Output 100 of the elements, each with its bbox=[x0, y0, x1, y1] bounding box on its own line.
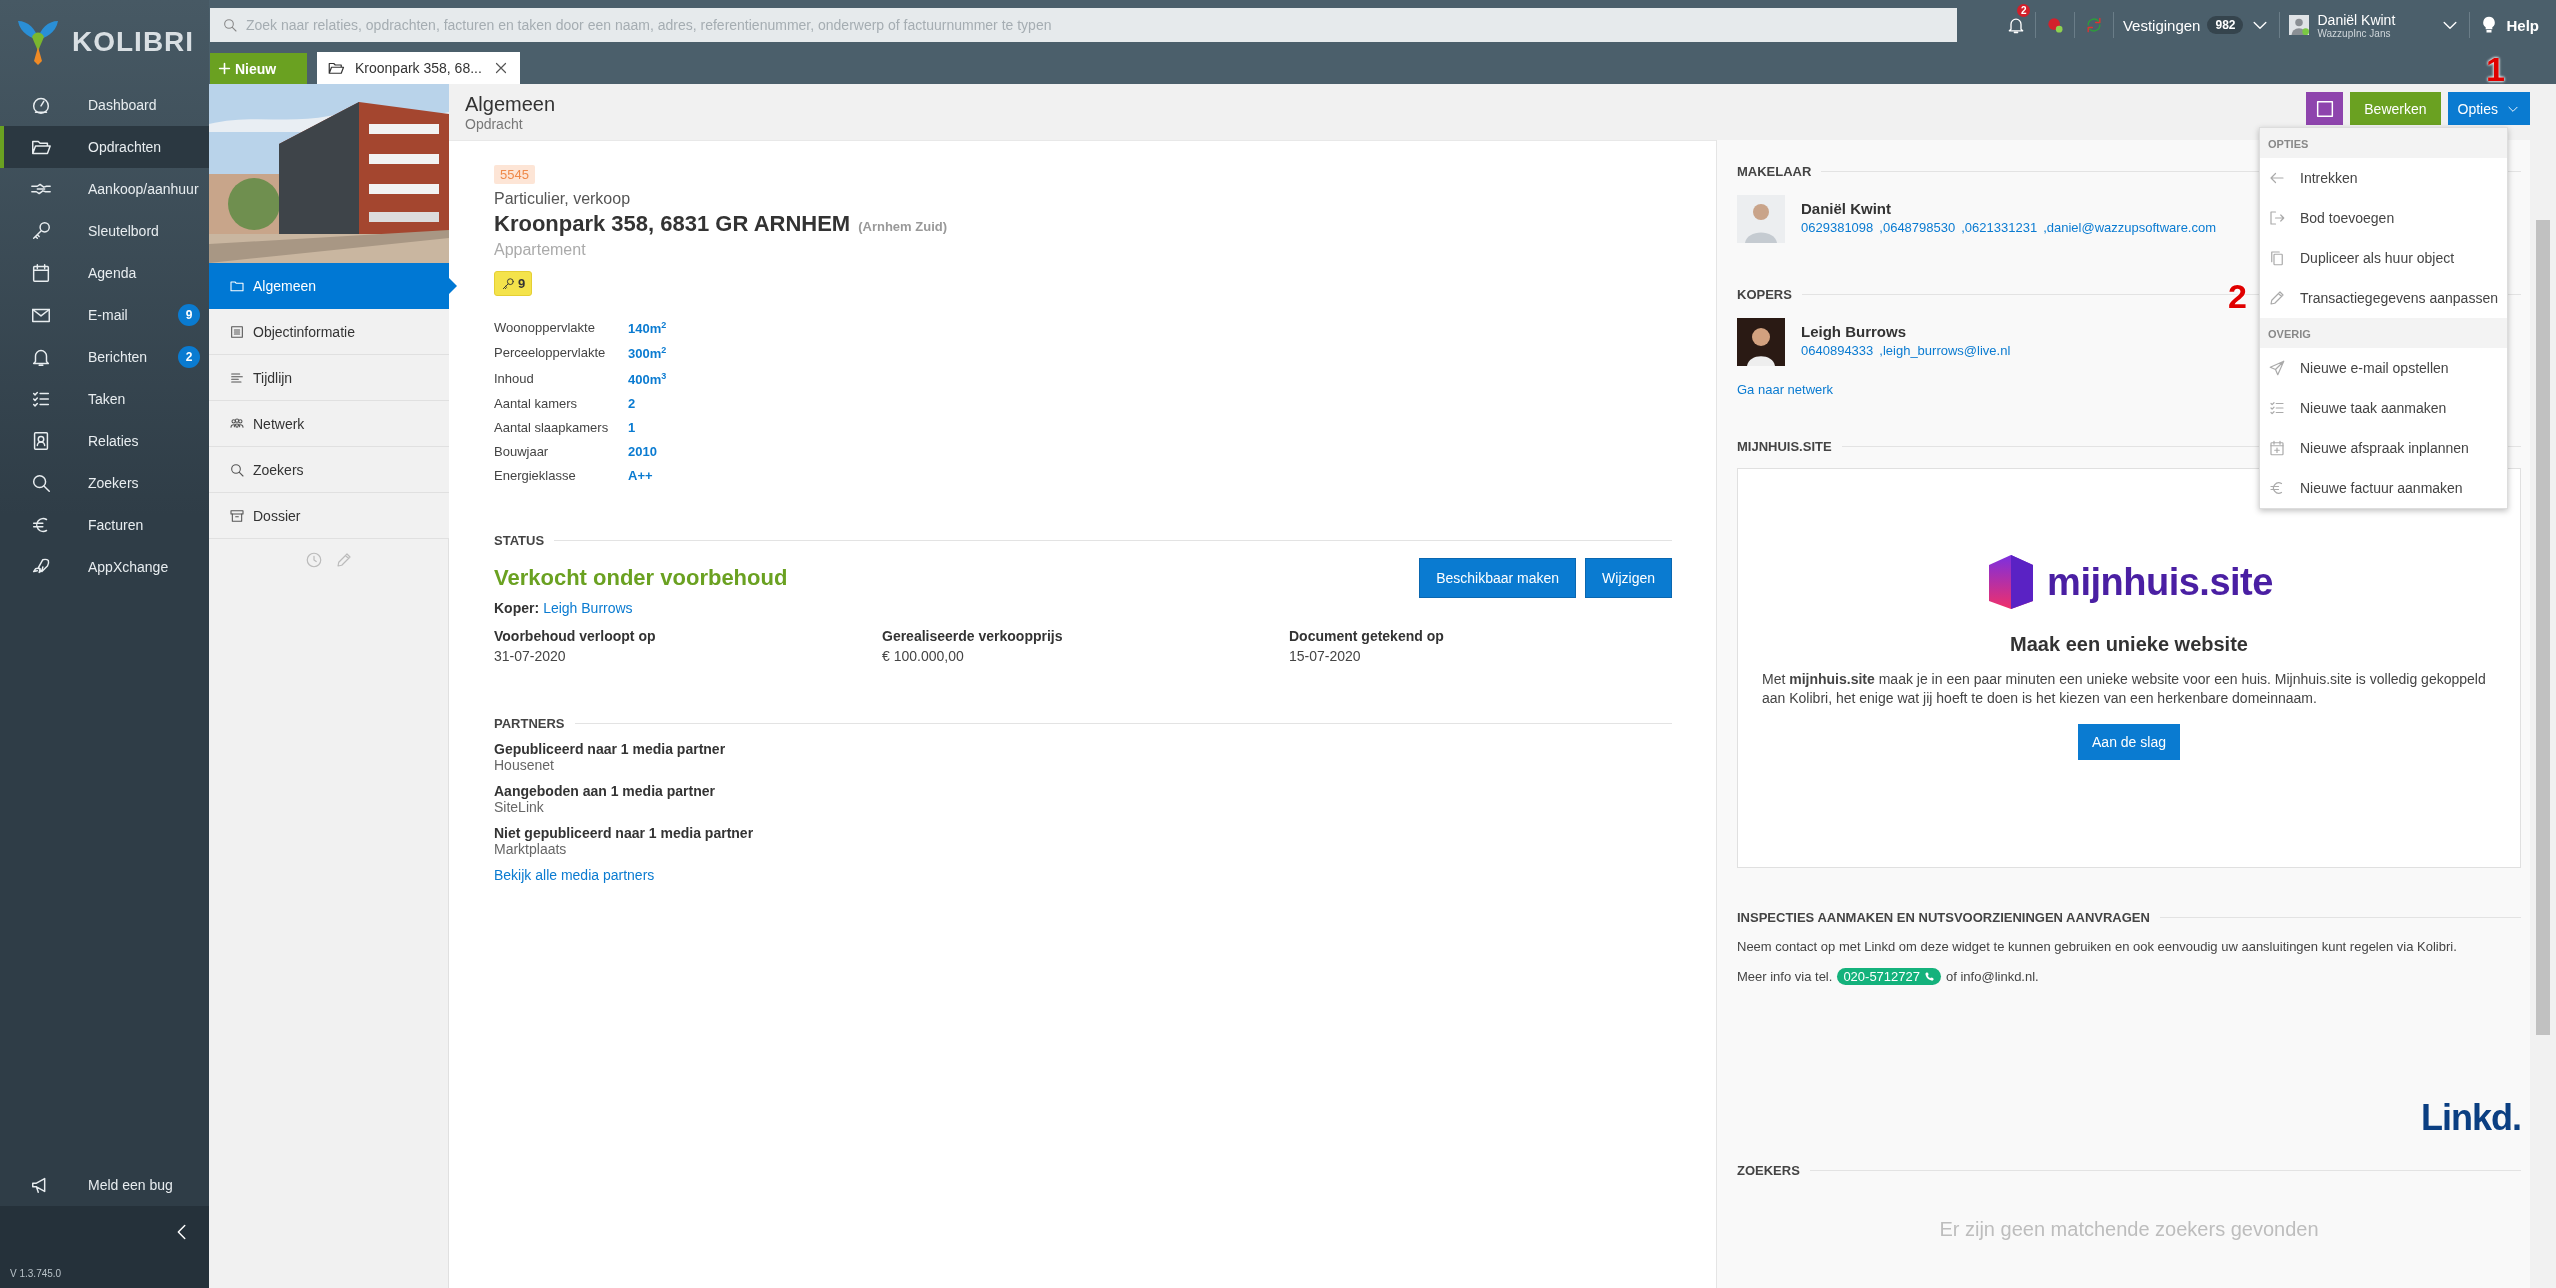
menu-item[interactable]: Nieuwe e-mail opstellen bbox=[2260, 348, 2507, 388]
section-heading: KOPERS bbox=[1737, 287, 1792, 302]
sidebar-item[interactable]: Sleutelbord bbox=[0, 210, 209, 252]
scrollbar-thumb[interactable] bbox=[2536, 220, 2550, 1035]
district-label: (Arnhem Zuid) bbox=[858, 219, 947, 234]
key-icon bbox=[501, 276, 515, 291]
logo-text: mijnhuis.site bbox=[2047, 560, 2273, 604]
section-heading: MAKELAAR bbox=[1737, 164, 1812, 179]
partner-name: Marktplaats bbox=[494, 841, 567, 857]
exit-arrow-icon bbox=[2268, 209, 2286, 227]
annotation-number: 2 bbox=[2228, 277, 2247, 316]
contact-link[interactable]: ,0621331231 bbox=[1961, 220, 2038, 235]
menu-item[interactable]: Nieuwe taak aanmaken bbox=[2260, 388, 2507, 428]
sidebar-item[interactable]: Zoekers bbox=[0, 462, 209, 504]
tab-label: Kroonpark 358, 68... bbox=[355, 60, 482, 76]
menu-item[interactable]: Intrekken bbox=[2260, 158, 2507, 198]
page-title: Algemeen bbox=[465, 92, 556, 116]
promo-text: Met mijnhuis.site maak je in een paar minuten een unieke website voor een huis. Mijnhuis.site is volledig gekoppeld aan Kolibri, het enige wat jij hoeft te doen is het kiezen van een herkenbare domeinnaam. bbox=[1762, 670, 2487, 708]
section-heading: ZOEKERS bbox=[1737, 1163, 1800, 1178]
sidebar-item[interactable]: Relaties bbox=[0, 420, 209, 462]
sidebar-item[interactable]: E-mail 9 bbox=[0, 294, 209, 336]
options-button[interactable]: Opties bbox=[2447, 92, 2530, 125]
menu-item[interactable]: Nieuwe factuur aanmaken bbox=[2260, 468, 2507, 508]
sidebar-item[interactable]: AppXchange bbox=[0, 546, 209, 588]
contact-link[interactable]: ,daniel@wazzupsoftware.com bbox=[2043, 220, 2217, 235]
object-address: Kroonpark 358, 6831 GR ARNHEM bbox=[494, 211, 851, 237]
page-subtitle: Opdracht bbox=[465, 115, 523, 132]
sidebar-item[interactable]: Facturen bbox=[0, 504, 209, 546]
sidebar-item[interactable]: Dashboard bbox=[0, 84, 209, 126]
menu-section-header: OPTIES bbox=[2260, 128, 2507, 158]
contact-link[interactable]: ,leigh_burrows@live.nl bbox=[1879, 343, 2011, 358]
annotation-number: 1 bbox=[2486, 50, 2505, 89]
spec-label: Perceeloppervlakte bbox=[494, 345, 607, 362]
partners-link[interactable]: Bekijk alle media partners bbox=[494, 867, 655, 883]
network-link[interactable]: Ga naar netwerk bbox=[1737, 382, 1834, 397]
person-name: Daniël Kwint bbox=[1801, 200, 1892, 217]
object-type: Particulier, verkoop bbox=[494, 190, 632, 208]
menu-item[interactable]: Bod toevoegen bbox=[2260, 198, 2507, 238]
promo-title: Maak een unieke website bbox=[2010, 633, 2248, 656]
buyer-link[interactable]: Leigh Burrows bbox=[543, 600, 633, 616]
empty-message: Er zijn geen matchende zoekers gevonden bbox=[1939, 1218, 2319, 1241]
spec-label: Energieklasse bbox=[494, 468, 577, 483]
user-name[interactable]: Daniël Kwint bbox=[2317, 11, 2433, 28]
sidebar-item[interactable]: Berichten 2 bbox=[0, 336, 209, 378]
sidebar-item[interactable]: Agenda bbox=[0, 252, 209, 294]
partner-title: Gepubliceerd naar 1 media partner bbox=[494, 741, 726, 757]
spec-label: Woonoppervlakte bbox=[494, 320, 596, 337]
start-button[interactable]: Aan de slag bbox=[2078, 724, 2180, 760]
record-nav-item[interactable]: Netwerk bbox=[209, 401, 449, 447]
section-heading: MIJNHUIS.SITE bbox=[1737, 439, 1832, 454]
tile-button[interactable] bbox=[2306, 92, 2344, 125]
sidebar-item[interactable]: Opdrachten bbox=[0, 126, 209, 168]
notification-badge: 2 bbox=[2016, 4, 2031, 17]
spec-value: 1 bbox=[628, 420, 637, 435]
section-heading: STATUS bbox=[494, 533, 545, 548]
key-count: 9 bbox=[518, 276, 526, 291]
spec-value: 300m$^{2}$ bbox=[628, 345, 668, 362]
fact-label: Voorbehoud verloopt op bbox=[494, 628, 657, 644]
record-nav-item[interactable]: Objectinformatie bbox=[209, 309, 449, 355]
sidebar-item[interactable]: Taken bbox=[0, 378, 209, 420]
partner-name: SiteLink bbox=[494, 799, 544, 815]
count-badge: 9 bbox=[178, 304, 200, 326]
section-heading: PARTNERS bbox=[494, 716, 565, 731]
sidebar-item[interactable]: Aankoop/aanhuur bbox=[0, 168, 209, 210]
search-icon bbox=[222, 17, 238, 33]
archive-icon bbox=[229, 507, 245, 524]
plus-icon bbox=[218, 62, 231, 75]
info-text: Neem contact op met Linkd om deze widget te kunnen gebruiken en ook eenvoudig uw aansluitingen kunt regelen via Kolibri. bbox=[1737, 939, 2458, 954]
count-badge: 982 bbox=[2207, 16, 2244, 34]
report-bug-link[interactable]: Meld een bug bbox=[0, 1164, 209, 1206]
search-field[interactable]: Zoek naar relaties, opdrachten, facturen en taken door een naam, adres, referentienummer, onderwerp of factuurnummer te typen bbox=[210, 8, 1957, 42]
record-nav-item[interactable]: Zoekers bbox=[209, 447, 449, 493]
menu-item[interactable]: Dupliceer als huur object bbox=[2260, 238, 2507, 278]
help-link[interactable]: Help bbox=[2506, 16, 2539, 34]
menu-item[interactable]: Nieuwe afspraak inplannen bbox=[2260, 428, 2507, 468]
menu-item[interactable]: Transactiegegevens aanpassen bbox=[2260, 278, 2507, 318]
avatar bbox=[1737, 318, 1785, 366]
fact-label: Gerealiseerde verkoopprijs bbox=[882, 628, 1064, 644]
info-text: of info@linkd.nl. bbox=[1946, 969, 2039, 984]
record-nav-item[interactable]: Dossier bbox=[209, 493, 449, 539]
contact-link[interactable]: ,0648798530 bbox=[1879, 220, 1956, 235]
user-avatar bbox=[2289, 15, 2310, 35]
partner-name: Housenet bbox=[494, 757, 554, 773]
record-tab[interactable]: Kroonpark 358, 68... bbox=[317, 52, 520, 84]
property-type: Appartement bbox=[494, 241, 587, 259]
action-button[interactable]: Beschikbaar maken bbox=[1419, 558, 1577, 598]
spec-value: 2010 bbox=[628, 444, 658, 459]
branches-label[interactable]: Vestigingen bbox=[2122, 16, 2201, 34]
contact-link[interactable]: 0640894333 bbox=[1801, 343, 1874, 358]
logo-text: Linkd. bbox=[2421, 1097, 2521, 1139]
phone-icon bbox=[1924, 971, 1935, 982]
action-button[interactable]: Wijzigen bbox=[1585, 558, 1672, 598]
copy-icon bbox=[2268, 249, 2286, 267]
fact-label: Document getekend op bbox=[1289, 628, 1445, 644]
record-nav-item[interactable]: Tijdlijn bbox=[209, 355, 449, 401]
contact-link[interactable]: 0629381098 bbox=[1801, 220, 1874, 235]
spec-value: 2 bbox=[628, 396, 637, 411]
calendar-plus-icon bbox=[2268, 439, 2286, 457]
count-badge: 2 bbox=[178, 346, 200, 368]
spec-value: A++ bbox=[628, 468, 654, 483]
